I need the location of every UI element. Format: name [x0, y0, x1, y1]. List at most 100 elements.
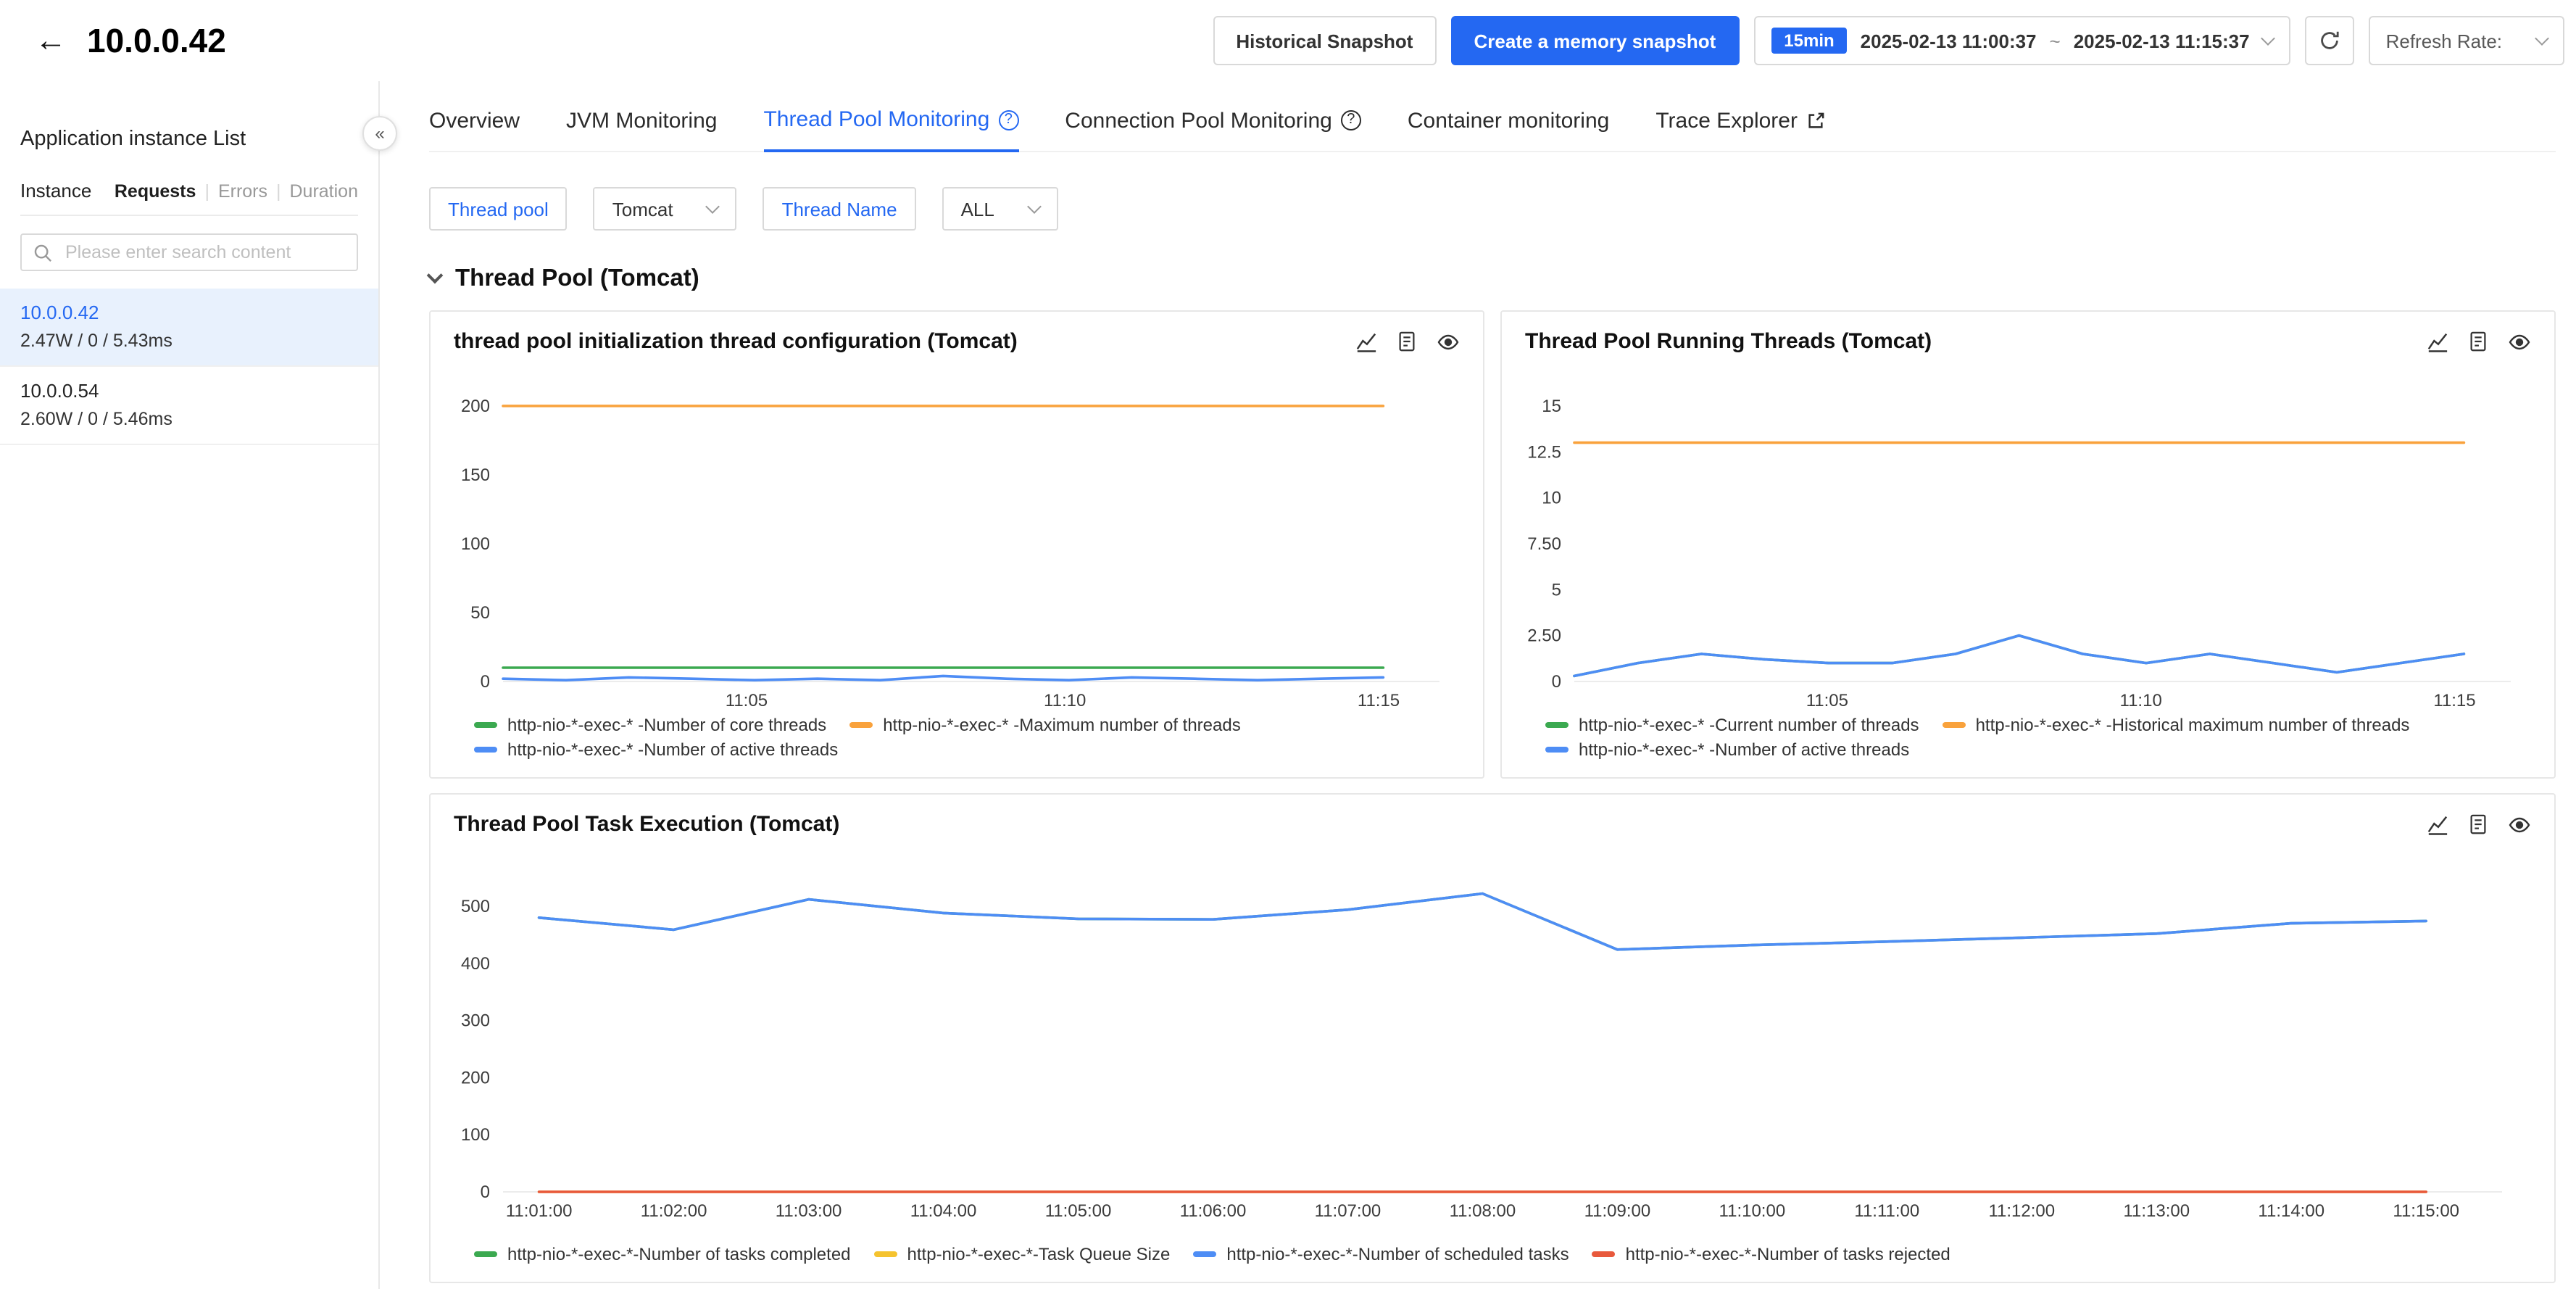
- eye-icon[interactable]: [1437, 330, 1460, 353]
- tab-label: Connection Pool Monitoring: [1065, 108, 1332, 133]
- legend-label: http-nio-*-exec-*-Number of scheduled ta…: [1226, 1244, 1569, 1264]
- data-table-icon[interactable]: [2467, 331, 2489, 352]
- sidebar-title: Application instance List: [20, 128, 358, 151]
- svg-text:11:04:00: 11:04:00: [910, 1201, 977, 1221]
- section-toggle[interactable]: Thread Pool (Tomcat): [429, 265, 2556, 293]
- legend-swatch: [1545, 747, 1569, 753]
- chart-canvas-thread-config[interactable]: 05010015020011:0511:1011:15: [454, 365, 1460, 710]
- line-chart-icon[interactable]: [1355, 331, 1377, 352]
- collapse-icon: «: [375, 123, 384, 144]
- legend-label: http-nio-*-exec-*-Number of tasks reject…: [1626, 1244, 1950, 1264]
- tab-trace-explorer[interactable]: Trace Explorer: [1655, 107, 1825, 151]
- svg-text:11:05:00: 11:05:00: [1045, 1201, 1112, 1221]
- historical-snapshot-button[interactable]: Historical Snapshot: [1213, 16, 1436, 65]
- svg-text:500: 500: [461, 897, 490, 916]
- tab-overview[interactable]: Overview: [429, 107, 520, 151]
- sort-errors[interactable]: Errors: [218, 181, 267, 202]
- chart-title: Thread Pool Task Execution (Tomcat): [454, 812, 839, 837]
- charts-row: thread pool initialization thread config…: [429, 310, 2556, 779]
- legend-item[interactable]: http-nio-*-exec-*-Number of scheduled ta…: [1193, 1244, 1569, 1264]
- time-range-start: 2025-02-13 11:00:37: [1861, 30, 2037, 51]
- svg-text:11:05: 11:05: [726, 691, 768, 710]
- legend-item[interactable]: http-nio-*-exec-* -Number of active thre…: [474, 739, 838, 760]
- main-content: Overview JVM Monitoring Thread Pool Monito…: [380, 81, 2576, 1289]
- sidebar-tabs: Instance Requests|Errors|Duration: [20, 180, 358, 216]
- legend-item[interactable]: http-nio-*-exec-*-Task Queue Size: [874, 1244, 1171, 1264]
- svg-text:400: 400: [461, 954, 490, 974]
- external-link-icon: [1806, 111, 1825, 130]
- tab-label: Trace Explorer: [1655, 108, 1798, 133]
- legend-swatch: [1592, 1252, 1616, 1257]
- legend-item[interactable]: http-nio-*-exec-* -Current number of thr…: [1545, 715, 1919, 735]
- chevron-down-icon: [1027, 199, 1042, 213]
- eye-icon[interactable]: [2508, 330, 2531, 353]
- page-title: 10.0.0.42: [87, 21, 226, 60]
- legend-label: http-nio-*-exec-* -Current number of thr…: [1579, 715, 1919, 735]
- legend-item[interactable]: http-nio-*-exec-*-Number of tasks reject…: [1592, 1244, 1950, 1264]
- tab-instance[interactable]: Instance: [20, 180, 91, 202]
- create-memory-snapshot-button[interactable]: Create a memory snapshot: [1450, 16, 1739, 65]
- chevron-down-icon: [706, 199, 720, 213]
- tab-container-monitoring[interactable]: Container monitoring: [1408, 107, 1610, 151]
- thread-name-value: ALL: [961, 198, 994, 220]
- refresh-button[interactable]: [2305, 16, 2354, 65]
- instance-item-10-0-0-42[interactable]: 10.0.0.42 2.47W / 0 / 5.43ms: [0, 289, 378, 367]
- chevron-down-icon: [2535, 30, 2549, 45]
- svg-text:7.50: 7.50: [1527, 534, 1561, 554]
- instance-list: 10.0.0.42 2.47W / 0 / 5.43ms 10.0.0.542.60…: [0, 289, 378, 445]
- line-chart-icon[interactable]: [2427, 813, 2448, 835]
- sort-requests[interactable]: Requests: [115, 181, 196, 202]
- svg-text:0: 0: [1552, 672, 1561, 692]
- data-table-icon[interactable]: [2467, 813, 2489, 835]
- legend-item[interactable]: http-nio-*-exec-* -Maximum number of thr…: [849, 715, 1241, 735]
- svg-text:11:15: 11:15: [2433, 691, 2475, 710]
- instance-stats: 2.47W / 0 / 5.43ms: [20, 331, 358, 351]
- instance-item-10-0-0-54[interactable]: 10.0.0.542.60W / 0 / 5.46ms: [0, 367, 378, 445]
- time-range-picker[interactable]: 15min 2025-02-13 11:00:37 ~ 2025-02-13 1…: [1753, 16, 2290, 65]
- legend-item[interactable]: http-nio-*-exec-* -Number of core thread…: [474, 715, 826, 735]
- legend-item[interactable]: http-nio-*-exec-* -Historical maximum nu…: [1943, 715, 2410, 735]
- eye-icon[interactable]: [2508, 813, 2531, 836]
- chart-canvas-running-threads[interactable]: 02.5057.501012.51511:0511:1011:15: [1525, 365, 2531, 710]
- legend-item[interactable]: http-nio-*-exec-* -Number of active thre…: [1545, 739, 1909, 760]
- time-range-separator: ~: [2050, 30, 2061, 51]
- sort-tabs: Requests|Errors|Duration: [115, 181, 358, 202]
- svg-text:50: 50: [470, 603, 490, 623]
- svg-text:11:06:00: 11:06:00: [1180, 1201, 1247, 1221]
- tab-thread-pool-monitoring[interactable]: Thread Pool Monitoring?: [763, 107, 1018, 152]
- legend-swatch: [474, 723, 497, 728]
- legend-swatch: [874, 1252, 897, 1257]
- collapse-sidebar-button[interactable]: «: [362, 116, 397, 151]
- svg-text:10: 10: [1542, 489, 1561, 508]
- legend-item[interactable]: http-nio-*-exec-*-Number of tasks comple…: [474, 1244, 851, 1264]
- refresh-rate-select[interactable]: Refresh Rate:: [2369, 16, 2564, 65]
- svg-text:200: 200: [461, 397, 490, 416]
- tab-label: Thread Pool Monitoring: [763, 107, 989, 132]
- thread-name-select[interactable]: ALL: [942, 187, 1058, 231]
- svg-text:0: 0: [481, 1182, 490, 1202]
- chart-legend: http-nio-*-exec-* -Number of core thread…: [454, 715, 1460, 760]
- header-actions: Historical Snapshot Create a memory snap…: [1213, 16, 2564, 65]
- thread-name-filter-label[interactable]: Thread Name: [763, 187, 916, 231]
- sort-duration[interactable]: Duration: [290, 181, 359, 202]
- svg-text:11:11:00: 11:11:00: [1854, 1201, 1919, 1221]
- filter-bar: Thread pool Tomcat Thread Name ALL: [429, 187, 2556, 231]
- line-chart-icon[interactable]: [2427, 331, 2448, 352]
- svg-text:11:13:00: 11:13:00: [2123, 1201, 2190, 1221]
- instance-ip: 10.0.0.42: [20, 302, 358, 323]
- search-icon: [33, 243, 52, 262]
- svg-text:5: 5: [1552, 580, 1561, 600]
- chart-card-running-threads: Thread Pool Running Threads (Tomcat) 02.…: [1500, 310, 2556, 779]
- chevron-down-icon: [427, 268, 444, 284]
- tab-jvm-monitoring[interactable]: JVM Monitoring: [566, 107, 717, 151]
- search-input[interactable]: [62, 241, 345, 264]
- thread-pool-filter-label[interactable]: Thread pool: [429, 187, 568, 231]
- chart-canvas-task-execution[interactable]: 010020030040050011:01:0011:02:0011:03:00…: [454, 848, 2531, 1240]
- back-button[interactable]: ←: [35, 25, 67, 57]
- thread-pool-select[interactable]: Tomcat: [594, 187, 737, 231]
- tab-connection-pool-monitoring[interactable]: Connection Pool Monitoring?: [1065, 107, 1361, 151]
- legend-swatch: [474, 747, 497, 753]
- svg-text:11:07:00: 11:07:00: [1315, 1201, 1382, 1221]
- data-table-icon[interactable]: [1396, 331, 1418, 352]
- svg-text:0: 0: [481, 672, 490, 692]
